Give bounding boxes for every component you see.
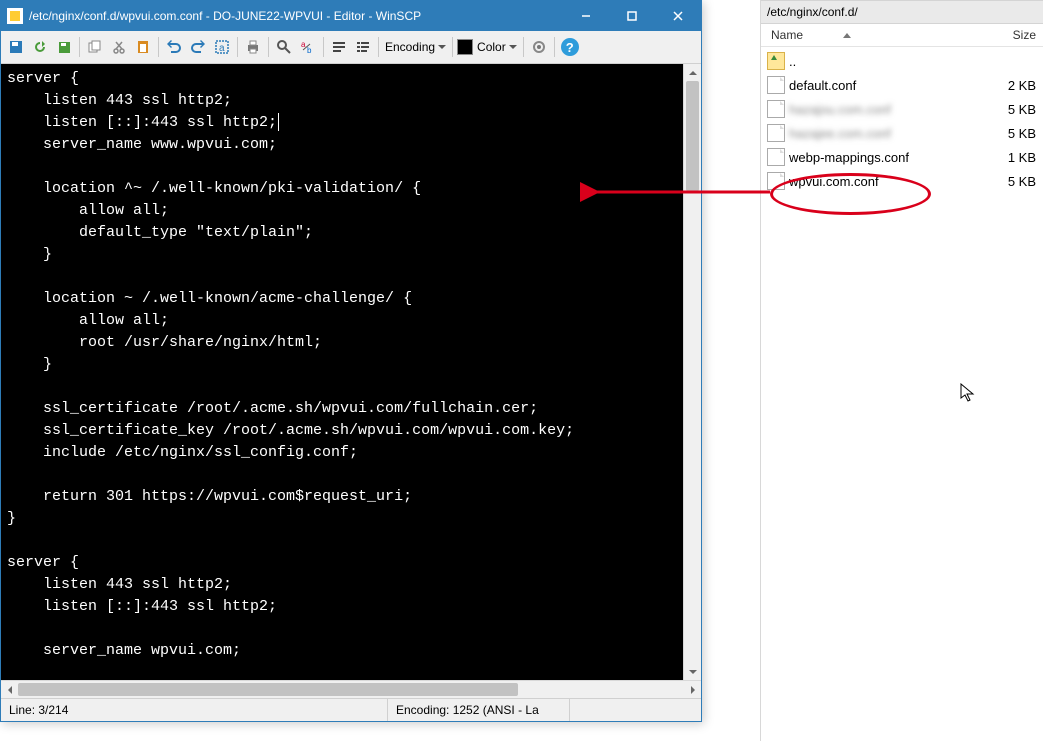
file-icon bbox=[767, 172, 785, 190]
paste-icon[interactable] bbox=[132, 36, 154, 58]
editor-window: /etc/nginx/conf.d/wpvui.com.conf - DO-JU… bbox=[0, 0, 702, 722]
sort-asc-icon bbox=[843, 33, 851, 38]
color-dropdown[interactable]: Color bbox=[475, 40, 519, 54]
scroll-down-arrow-icon[interactable] bbox=[684, 663, 701, 680]
file-row[interactable]: default.conf2 KB bbox=[761, 73, 1043, 97]
scrollbar-thumb[interactable] bbox=[686, 81, 699, 191]
print-icon[interactable] bbox=[242, 36, 264, 58]
file-icon bbox=[767, 148, 785, 166]
parent-folder-label: .. bbox=[789, 54, 982, 69]
file-name: webp-mappings.conf bbox=[789, 150, 982, 165]
column-size[interactable]: Size bbox=[982, 28, 1043, 42]
svg-text:b: b bbox=[307, 46, 312, 55]
reload-icon[interactable] bbox=[29, 36, 51, 58]
select-all-icon[interactable]: a bbox=[211, 36, 233, 58]
file-icon bbox=[767, 76, 785, 94]
file-name: wpvui.com.conf bbox=[789, 174, 982, 189]
file-size: 2 KB bbox=[982, 78, 1043, 93]
file-row[interactable]: webp-mappings.conf1 KB bbox=[761, 145, 1043, 169]
save-all-icon[interactable] bbox=[53, 36, 75, 58]
file-size: 5 KB bbox=[982, 102, 1043, 117]
code-editor[interactable]: server { listen 443 ssl http2; listen [:… bbox=[1, 64, 683, 680]
maximize-button[interactable] bbox=[609, 1, 655, 31]
file-size: 5 KB bbox=[982, 126, 1043, 141]
help-button[interactable]: ? bbox=[559, 36, 581, 58]
titlebar[interactable]: /etc/nginx/conf.d/wpvui.com.conf - DO-JU… bbox=[1, 1, 701, 31]
scrollbar-track[interactable] bbox=[18, 681, 684, 698]
save-icon[interactable] bbox=[5, 36, 27, 58]
encoding-label: Encoding bbox=[385, 40, 435, 54]
file-row[interactable]: wpvui.com.conf5 KB bbox=[761, 169, 1043, 193]
format-icon[interactable] bbox=[352, 36, 374, 58]
file-row[interactable]: hazajee.com.conf5 KB bbox=[761, 121, 1043, 145]
redo-icon[interactable] bbox=[187, 36, 209, 58]
settings-icon[interactable] bbox=[528, 36, 550, 58]
file-panel: /etc/nginx/conf.d/ Name Size .. default.… bbox=[760, 0, 1043, 741]
window-title: /etc/nginx/conf.d/wpvui.com.conf - DO-JU… bbox=[29, 9, 563, 23]
app-icon bbox=[7, 8, 23, 24]
file-icon bbox=[767, 100, 785, 118]
undo-icon[interactable] bbox=[163, 36, 185, 58]
file-list[interactable]: .. default.conf2 KBhazajou.com.conf5 KBh… bbox=[761, 47, 1043, 193]
status-encoding: Encoding: 1252 (ANSI - La bbox=[388, 699, 570, 721]
horizontal-scrollbar[interactable] bbox=[1, 680, 701, 698]
column-name[interactable]: Name bbox=[761, 28, 982, 42]
encoding-dropdown[interactable]: Encoding bbox=[383, 40, 448, 54]
help-icon: ? bbox=[561, 38, 579, 56]
file-size: 1 KB bbox=[982, 150, 1043, 165]
cut-icon[interactable] bbox=[108, 36, 130, 58]
list-header[interactable]: Name Size bbox=[761, 24, 1043, 47]
file-row[interactable]: hazajou.com.conf5 KB bbox=[761, 97, 1043, 121]
chevron-down-icon bbox=[438, 45, 446, 49]
file-name: default.conf bbox=[789, 78, 982, 93]
statusbar: Line: 3/214 Encoding: 1252 (ANSI - La bbox=[1, 698, 701, 721]
scrollbar-track[interactable] bbox=[684, 81, 701, 663]
file-name: hazajee.com.conf bbox=[789, 126, 982, 141]
file-name: hazajou.com.conf bbox=[789, 102, 982, 117]
find-icon[interactable] bbox=[273, 36, 295, 58]
folder-up-icon bbox=[767, 52, 785, 70]
file-icon bbox=[767, 124, 785, 142]
replace-icon[interactable]: ab bbox=[297, 36, 319, 58]
parent-folder-row[interactable]: .. bbox=[761, 49, 1043, 73]
color-label: Color bbox=[477, 40, 506, 54]
svg-text:a: a bbox=[219, 43, 225, 54]
close-button[interactable] bbox=[655, 1, 701, 31]
path-bar[interactable]: /etc/nginx/conf.d/ bbox=[761, 0, 1043, 24]
scrollbar-thumb[interactable] bbox=[18, 683, 518, 696]
scroll-right-arrow-icon[interactable] bbox=[684, 681, 701, 698]
color-swatch bbox=[457, 39, 473, 55]
status-line: Line: 3/214 bbox=[1, 699, 388, 721]
vertical-scrollbar[interactable] bbox=[683, 64, 701, 680]
scroll-left-arrow-icon[interactable] bbox=[1, 681, 18, 698]
toolbar: a ab Encoding Color ? bbox=[1, 31, 701, 64]
chevron-down-icon bbox=[509, 45, 517, 49]
copy-icon[interactable] bbox=[84, 36, 106, 58]
file-size: 5 KB bbox=[982, 174, 1043, 189]
minimize-button[interactable] bbox=[563, 1, 609, 31]
scroll-up-arrow-icon[interactable] bbox=[684, 64, 701, 81]
goto-line-icon[interactable] bbox=[328, 36, 350, 58]
